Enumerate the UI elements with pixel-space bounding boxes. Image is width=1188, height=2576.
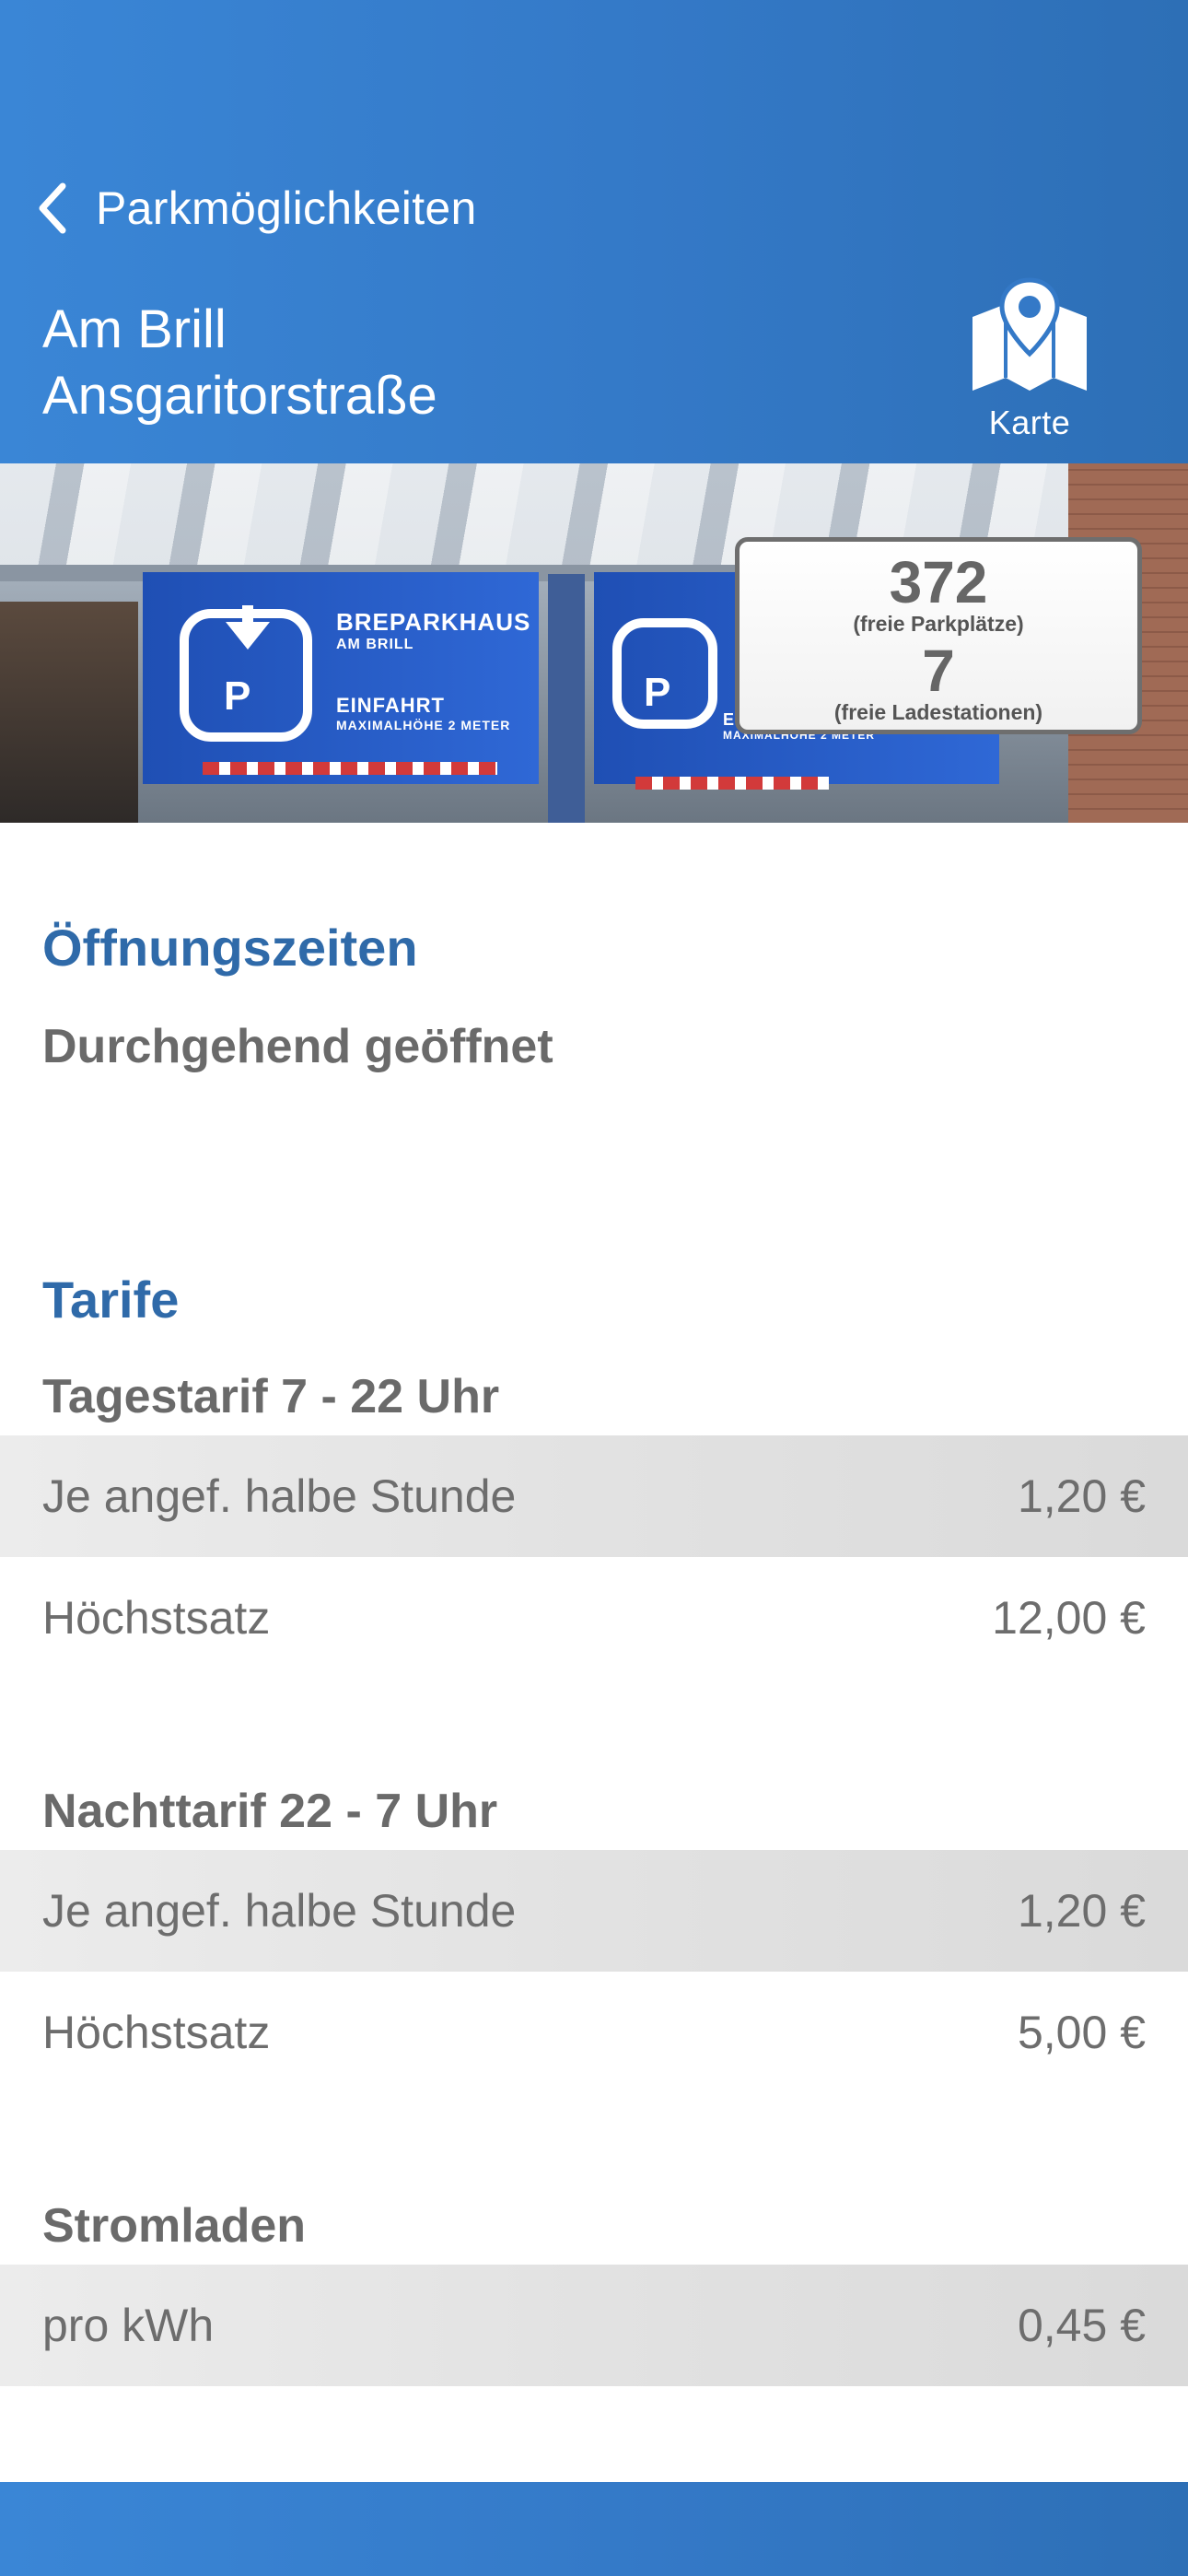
photo-left-shop [0,602,138,823]
parking-logo-2: P [612,618,717,729]
back-label: Parkmöglichkeiten [96,182,477,234]
chevron-left-icon [39,182,66,234]
map-button[interactable]: Karte [958,276,1101,447]
tariff-row: Höchstsatz 5,00 € [0,1972,1188,2093]
map-pin-icon [973,277,1087,391]
free-chargers-label: (freie Ladestationen) [833,700,1043,724]
title-line-1: Am Brill [42,299,227,359]
tariff-row-price: 12,00 € [992,1592,1146,1644]
free-spots-count: 372 [889,549,988,615]
hours-heading: Öffnungszeiten [42,919,418,977]
bottom-bar [0,2482,1188,2576]
parking-logo-1: P [180,605,312,742]
tariff-row-price: 5,00 € [1017,2007,1146,2058]
hours-text: Durchgehend geöffnet [42,1020,553,1073]
photo-banner-1: P BREPARKHAUS AM BRILL EINFAHRT MAXIMALH… [143,572,539,784]
photo-stripe-1 [203,762,497,775]
title-line-2: Ansgaritorstraße [42,366,437,426]
photo-pillar [548,574,585,823]
day-tariff-title: Tagestarif 7 - 22 Uhr [42,1370,500,1423]
tariff-row-label: Je angef. halbe Stunde [42,1470,517,1522]
tariff-row-price: 0,45 € [1017,2300,1146,2351]
free-spots-label: (freie Parkplätze) [853,612,1024,636]
charging-tariff-title: Stromladen [42,2199,307,2253]
night-tariff-title: Nachttarif 22 - 7 Uhr [42,1785,498,1838]
tariff-row: Je angef. halbe Stunde 1,20 € [0,1435,1188,1557]
tariff-row: Höchstsatz 12,00 € [0,1557,1188,1679]
tariff-row-label: Höchstsatz [42,1592,271,1644]
tariff-row: pro kWh 0,45 € [0,2265,1188,2386]
header-bar: Parkmöglichkeiten Am Brill Ansgaritorstr… [0,0,1188,463]
tariffs-heading: Tarife [42,1270,180,1329]
availability-badge: 372 (freie Parkplätze) 7 (freie Ladestat… [735,537,1142,734]
photo-stripe-2 [635,777,829,790]
tariff-row-label: pro kWh [42,2300,215,2351]
free-chargers-count: 7 [922,638,955,704]
map-label: Karte [988,404,1071,441]
tariff-row-label: Höchstsatz [42,2007,271,2058]
tariff-row: Je angef. halbe Stunde 1,20 € [0,1850,1188,1972]
back-button[interactable]: Parkmöglichkeiten [35,175,477,241]
photo-sign-text: BREPARKHAUS AM BRILL EINFAHRT MAXIMALHÖH… [336,608,531,732]
tariff-row-price: 1,20 € [1017,1885,1146,1937]
tariff-row-price: 1,20 € [1017,1470,1146,1522]
page-title: Am Brill Ansgaritorstraße [42,297,437,429]
tariff-row-label: Je angef. halbe Stunde [42,1885,517,1937]
